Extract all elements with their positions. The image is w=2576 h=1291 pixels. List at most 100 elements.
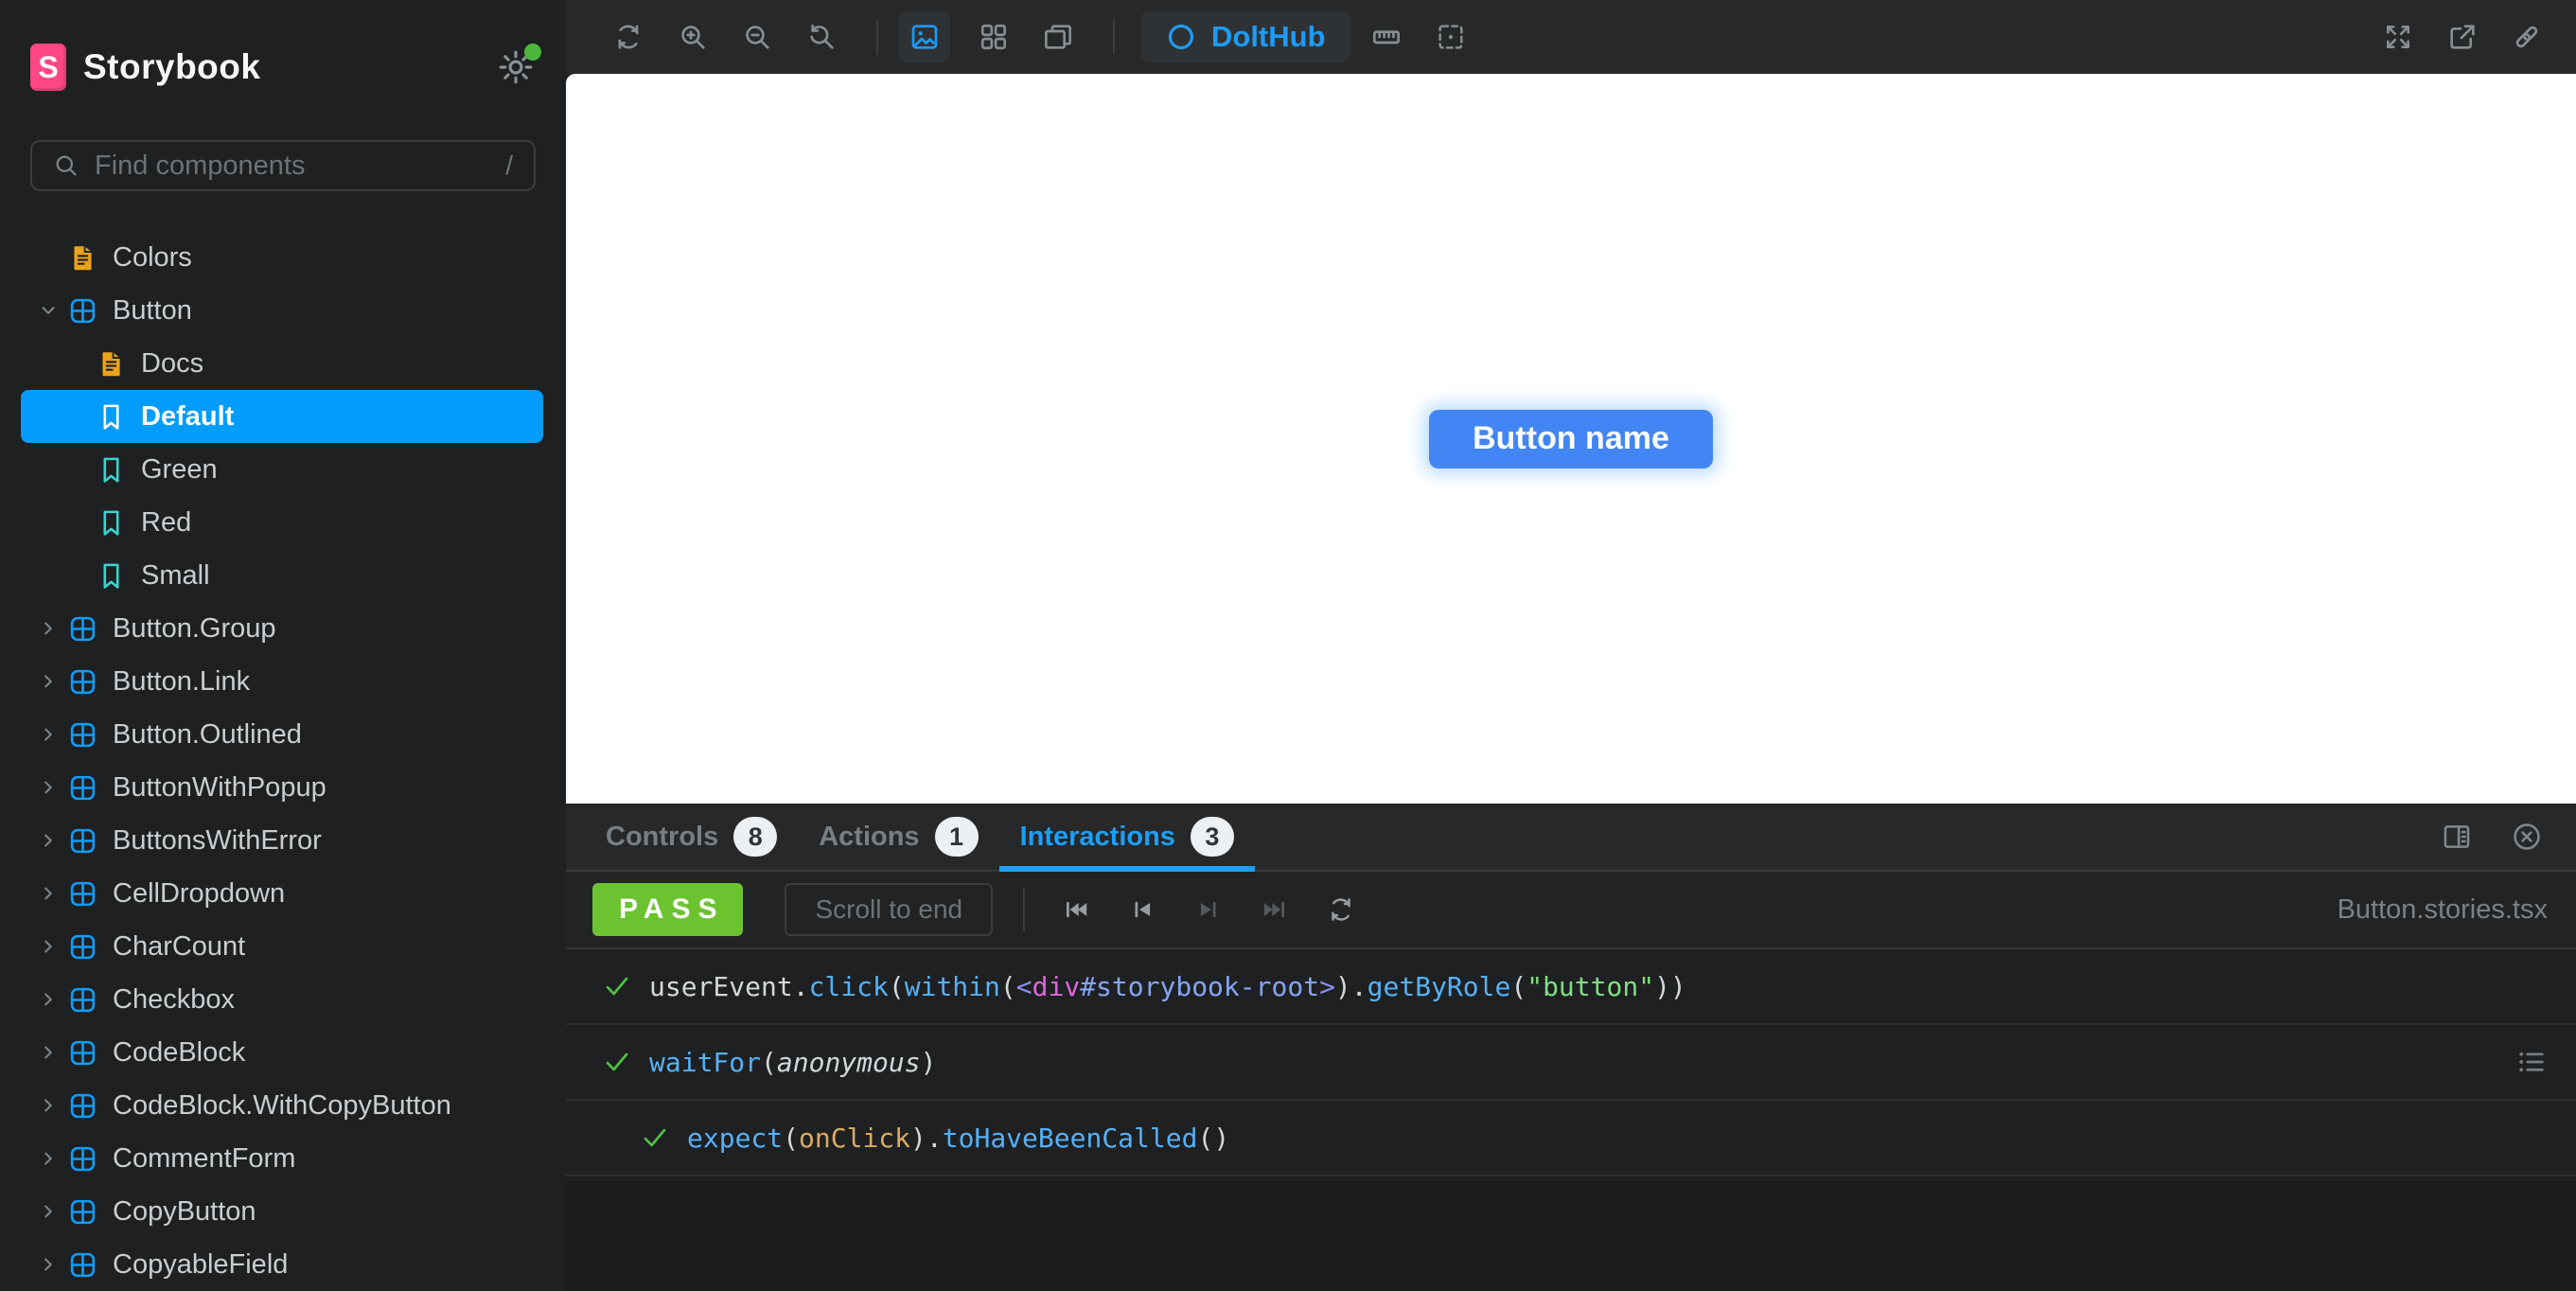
outline-button[interactable]: [1430, 16, 1472, 58]
storybook-logo-icon: S: [30, 44, 66, 91]
component-icon: [68, 1250, 97, 1280]
bookmark-icon: [97, 402, 126, 432]
storybook-brand[interactable]: S Storybook: [30, 44, 260, 91]
zoom-reset-button[interactable]: [801, 16, 842, 58]
sidebar-item-green[interactable]: Green: [0, 443, 566, 496]
close-panel-icon[interactable]: [2506, 816, 2548, 858]
tab-interactions[interactable]: Interactions 3: [998, 804, 1256, 872]
remount-button[interactable]: [608, 16, 649, 58]
document-icon: [97, 349, 126, 379]
dolthub-label: DoltHub: [1211, 20, 1326, 53]
panel-position-icon[interactable]: [2436, 816, 2478, 858]
check-icon: [640, 1123, 670, 1153]
sidebar-item-colors[interactable]: Colors: [0, 231, 566, 284]
canvas-toolbar: DoltHub: [566, 0, 2576, 74]
chevron-right-icon: [36, 775, 61, 800]
interaction-step[interactable]: waitFor(anonymous): [566, 1025, 2576, 1101]
tab-label: Interactions: [1019, 821, 1175, 852]
step-list-icon[interactable]: [2515, 1046, 2548, 1078]
sidebar-item-button[interactable]: Button: [0, 284, 566, 337]
search-input[interactable]: [95, 150, 491, 182]
jump-to-end-button[interactable]: [1254, 889, 1296, 930]
component-icon: [68, 296, 97, 326]
sidebar-header: S Storybook: [30, 44, 541, 91]
sidebar-item-label: Button: [113, 294, 192, 326]
sidebar-item-commentform[interactable]: CommentForm: [0, 1132, 566, 1185]
open-new-tab-button[interactable]: [2442, 16, 2483, 58]
sidebar-item-button-group[interactable]: Button.Group: [0, 602, 566, 655]
viewports-button[interactable]: [1037, 16, 1079, 58]
storybook-app: S Storybook / Colors Button Docs Default Gre…: [0, 0, 2576, 1291]
chevron-right-icon: [36, 1146, 61, 1171]
interaction-step[interactable]: expect(onClick).toHaveBeenCalled(): [566, 1101, 2576, 1176]
tab-count-badge: 1: [934, 817, 979, 857]
component-icon: [68, 1197, 97, 1227]
status-badge: PASS: [592, 883, 744, 936]
tab-count-badge: 8: [733, 817, 778, 857]
chevron-down-icon: [36, 298, 61, 323]
toolbar-divider: [1023, 888, 1026, 931]
dolthub-theme-button[interactable]: DoltHub: [1141, 11, 1350, 62]
sidebar-item-red[interactable]: Red: [0, 496, 566, 549]
grid-button[interactable]: [973, 16, 1015, 58]
chevron-right-icon: [36, 934, 61, 959]
sidebar-item-buttonswitherror[interactable]: ButtonsWithError: [0, 814, 566, 867]
sidebar-item-label: Button.Link: [113, 665, 251, 697]
measure-button[interactable]: [1366, 16, 1407, 58]
settings-gear-icon[interactable]: [496, 44, 541, 87]
step-back-button[interactable]: [1121, 889, 1163, 930]
chevron-right-icon: [36, 987, 61, 1012]
component-icon: [68, 826, 97, 856]
component-icon: [68, 773, 97, 803]
sidebar-item-copybutton[interactable]: CopyButton: [0, 1185, 566, 1238]
sidebar-item-codeblock[interactable]: CodeBlock: [0, 1026, 566, 1079]
sidebar-item-button-outlined[interactable]: Button.Outlined: [0, 708, 566, 761]
check-icon: [602, 971, 632, 1001]
sidebar-item-charcount[interactable]: CharCount: [0, 920, 566, 973]
jump-to-start-button[interactable]: [1055, 889, 1097, 930]
sidebar-item-copyablefield[interactable]: CopyableField: [0, 1238, 566, 1291]
chevron-right-icon: [36, 616, 61, 641]
rerun-button[interactable]: [1320, 889, 1362, 930]
zoom-in-button[interactable]: [672, 16, 714, 58]
interaction-code: waitFor(anonymous): [649, 1046, 937, 1078]
sidebar-item-checkbox[interactable]: Checkbox: [0, 973, 566, 1026]
sidebar: S Storybook / Colors Button Docs Default Gre…: [0, 0, 566, 1291]
tab-controls[interactable]: Controls 8: [585, 804, 798, 870]
tab-label: Controls: [606, 821, 719, 852]
sidebar-item-label: CellDropdown: [113, 877, 286, 909]
sidebar-item-label: CharCount: [113, 930, 246, 962]
interaction-code: userEvent.click(within(<div#storybook-ro…: [649, 970, 1686, 1002]
interaction-step[interactable]: userEvent.click(within(<div#storybook-ro…: [566, 949, 2576, 1025]
sidebar-item-label: CopyButton: [113, 1195, 256, 1227]
story-canvas: Button name: [566, 74, 2576, 804]
component-icon: [68, 720, 97, 750]
sidebar-item-label: Button.Outlined: [113, 718, 302, 750]
tab-actions[interactable]: Actions 1: [798, 804, 998, 870]
component-icon: [68, 614, 97, 644]
search-box[interactable]: /: [30, 140, 536, 191]
step-forward-button[interactable]: [1188, 889, 1229, 930]
sidebar-item-label: CopyableField: [113, 1248, 289, 1280]
copy-link-button[interactable]: [2506, 16, 2548, 58]
interaction-code: expect(onClick).toHaveBeenCalled(): [687, 1122, 1230, 1154]
scroll-to-end-button[interactable]: Scroll to end: [785, 883, 994, 936]
sidebar-item-default[interactable]: Default: [21, 390, 543, 443]
backgrounds-button[interactable]: [899, 11, 950, 62]
sidebar-item-celldropdown[interactable]: CellDropdown: [0, 867, 566, 920]
sidebar-item-small[interactable]: Small: [0, 549, 566, 602]
story-preview-button[interactable]: Button name: [1429, 409, 1713, 469]
component-icon: [68, 879, 97, 909]
sidebar-item-docs[interactable]: Docs: [0, 337, 566, 390]
addon-panel: Controls 8 Actions 1 Interactions 3 PASS Scro…: [566, 804, 2576, 1291]
sidebar-item-buttonwithpopup[interactable]: ButtonWithPopup: [0, 761, 566, 814]
circle-icon: [1166, 22, 1196, 52]
sidebar-item-codeblock-withcopybutton[interactable]: CodeBlock.WithCopyButton: [0, 1079, 566, 1132]
component-tree: Colors Button Docs Default Green Red Small Butt…: [0, 231, 566, 1291]
sidebar-item-label: ButtonWithPopup: [113, 771, 326, 803]
zoom-out-button[interactable]: [736, 16, 778, 58]
fullscreen-button[interactable]: [2377, 16, 2419, 58]
document-icon: [68, 243, 97, 273]
sidebar-item-button-link[interactable]: Button.Link: [0, 655, 566, 708]
story-file-label: Button.stories.tsx: [2337, 893, 2548, 925]
